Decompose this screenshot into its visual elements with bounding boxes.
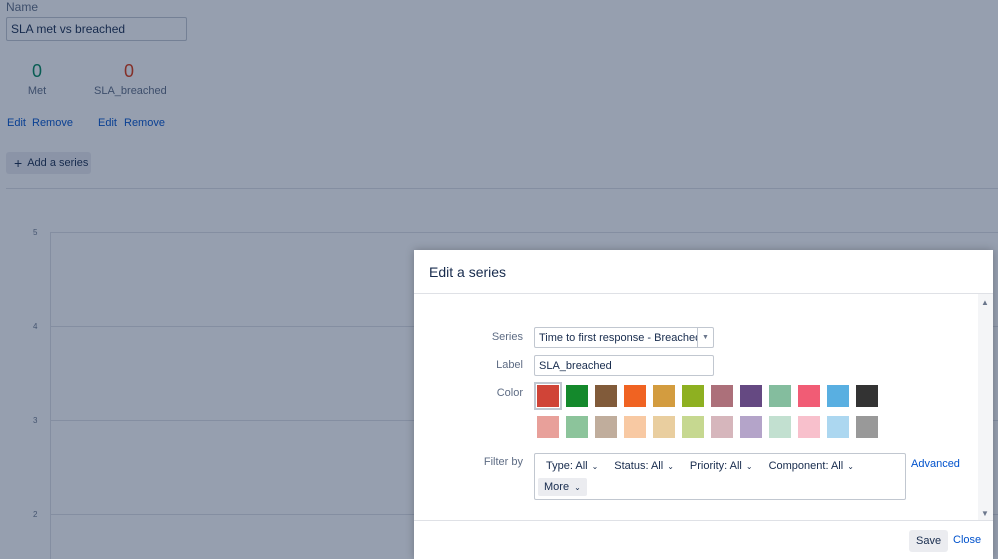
dialog-footer: Save Close — [414, 520, 993, 559]
series-select[interactable]: Time to first response - Breached ▼ — [534, 327, 714, 348]
filter-component[interactable]: Component: All ⌄ — [764, 458, 859, 474]
dialog-title: Edit a series — [429, 263, 507, 280]
chevron-down-icon: ⌄ — [745, 461, 753, 471]
color-swatch[interactable] — [711, 416, 733, 438]
color-swatch[interactable] — [537, 416, 559, 438]
label-field-label: Label — [496, 359, 523, 371]
filter-priority[interactable]: Priority: All ⌄ — [685, 458, 758, 474]
filter-component-label: Component: All — [768, 460, 844, 472]
edit-series-dialog: Edit a series Series Time to first respo… — [414, 250, 993, 559]
save-button[interactable]: Save — [909, 530, 949, 552]
color-swatch[interactable] — [682, 385, 704, 407]
color-swatch[interactable] — [595, 416, 617, 438]
color-swatch[interactable] — [682, 416, 704, 438]
filter-type-label: Type: All — [546, 460, 588, 472]
series-select-value: Time to first response - Breached — [539, 331, 697, 344]
scroll-down-icon[interactable]: ▼ — [981, 509, 989, 518]
filter-status-label: Status: All — [614, 460, 664, 472]
color-swatch[interactable] — [740, 416, 762, 438]
chevron-down-icon: ⌄ — [667, 461, 674, 471]
color-swatch[interactable] — [653, 416, 675, 438]
filter-status[interactable]: Status: All ⌄ — [609, 458, 679, 474]
chevron-down-icon: ▼ — [697, 328, 713, 347]
color-swatch[interactable] — [769, 385, 791, 407]
color-swatch[interactable] — [769, 416, 791, 438]
chevron-down-icon: ⌄ — [847, 461, 854, 471]
chevron-down-icon: ⌄ — [574, 482, 581, 492]
color-swatch[interactable] — [827, 416, 849, 438]
color-swatch[interactable] — [624, 385, 646, 407]
color-swatch[interactable] — [798, 385, 820, 407]
color-swatch[interactable] — [653, 385, 675, 407]
color-swatch[interactable] — [566, 416, 588, 438]
advanced-link[interactable]: Advanced — [911, 458, 960, 470]
more-label: More — [544, 481, 570, 493]
swatch-row — [534, 382, 882, 410]
dialog-body: Series Time to first response - Breached… — [414, 294, 978, 520]
filter-field-label: Filter by — [483, 456, 523, 468]
color-swatch[interactable] — [856, 416, 878, 438]
dialog-header: Edit a series — [414, 250, 993, 294]
filter-priority-label: Priority: All — [689, 460, 742, 472]
color-swatch[interactable] — [711, 385, 733, 407]
color-swatch[interactable] — [534, 382, 562, 410]
color-swatch[interactable] — [566, 385, 588, 407]
dialog-scrollbar[interactable]: ▲ ▼ — [978, 294, 993, 520]
color-swatch[interactable] — [595, 385, 617, 407]
color-swatch[interactable] — [740, 385, 762, 407]
filter-row: Type: All ⌄ Status: All ⌄ Priority: All ⌄ C… — [541, 458, 859, 474]
color-palette — [534, 382, 882, 447]
color-field-label: Color — [496, 387, 523, 399]
label-input[interactable] — [534, 355, 714, 376]
swatch-row — [537, 416, 882, 438]
filter-box: Type: All ⌄ Status: All ⌄ Priority: All ⌄ C… — [534, 453, 906, 500]
scroll-up-icon[interactable]: ▲ — [981, 298, 989, 307]
color-swatch[interactable] — [798, 416, 820, 438]
series-field-label: Series — [491, 331, 523, 343]
color-swatch[interactable] — [856, 385, 878, 407]
chevron-down-icon: ⌄ — [591, 461, 599, 471]
color-swatch[interactable] — [827, 385, 849, 407]
more-filters-button[interactable]: More ⌄ — [538, 478, 587, 496]
color-swatch[interactable] — [624, 416, 646, 438]
filter-type[interactable]: Type: All ⌄ — [541, 458, 603, 474]
close-button[interactable]: Close — [953, 534, 981, 546]
